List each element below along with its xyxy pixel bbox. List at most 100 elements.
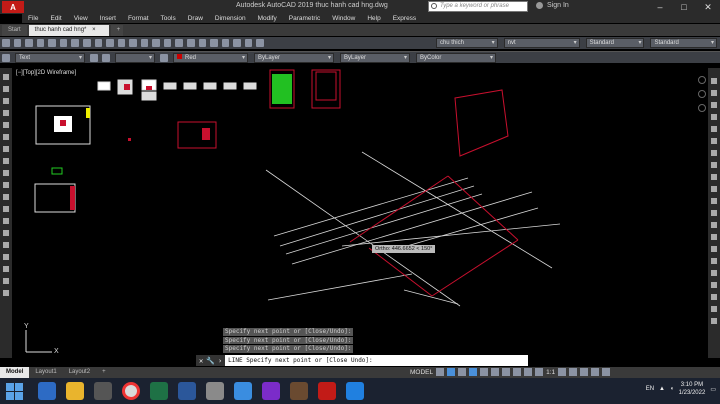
rotate-icon[interactable]: [711, 150, 717, 156]
point-icon[interactable]: [3, 230, 9, 236]
pan-icon[interactable]: [140, 39, 149, 47]
workspace-switch-icon[interactable]: [558, 368, 567, 376]
chamfer-icon[interactable]: [711, 234, 717, 240]
menu-view[interactable]: View: [68, 14, 94, 23]
ellipse-arc-icon[interactable]: [3, 194, 9, 200]
insert-block-icon[interactable]: [3, 206, 9, 212]
pan-nav-icon[interactable]: [698, 104, 706, 112]
edit-polyline-icon[interactable]: [711, 282, 717, 288]
lineweight-icon[interactable]: [502, 368, 511, 376]
isolate-icon[interactable]: [569, 368, 578, 376]
paint-icon[interactable]: [346, 382, 364, 400]
viewport-controls[interactable]: [−][Top][2D Wireframe]: [16, 70, 76, 76]
sheet-set-icon[interactable]: [221, 39, 230, 47]
erase-icon[interactable]: [711, 78, 717, 84]
cut-icon[interactable]: [71, 39, 79, 47]
layer-state-icon[interactable]: [102, 53, 110, 62]
trim-icon[interactable]: [711, 186, 717, 192]
make-current-icon[interactable]: [160, 53, 168, 62]
menu-parametric[interactable]: Parametric: [283, 14, 326, 23]
search-input[interactable]: Type a keyword or phrase: [428, 1, 528, 12]
multileader-style-combo[interactable]: Standard: [650, 38, 717, 48]
language-indicator[interactable]: EN: [646, 386, 654, 392]
pedit-icon[interactable]: [711, 318, 717, 324]
table-style-combo[interactable]: Standard: [585, 38, 645, 48]
blend-icon[interactable]: [711, 270, 717, 276]
otrack-icon[interactable]: [491, 368, 500, 376]
mirror-icon[interactable]: [711, 102, 717, 108]
snap-icon[interactable]: [447, 368, 456, 376]
viewcube-icon[interactable]: [698, 76, 706, 84]
polyline-icon[interactable]: [3, 98, 9, 104]
menu-tools[interactable]: Tools: [155, 14, 182, 23]
network-icon[interactable]: ▲: [659, 386, 665, 392]
quickcalc-icon[interactable]: [244, 39, 253, 47]
open-icon[interactable]: [13, 39, 22, 47]
close-tab-icon[interactable]: ×: [92, 27, 96, 33]
offset-icon[interactable]: [711, 114, 717, 120]
zalo-icon[interactable]: [234, 382, 252, 400]
copy-object-icon[interactable]: [711, 90, 717, 96]
move-icon[interactable]: [711, 138, 717, 144]
circle-icon[interactable]: [3, 146, 9, 152]
construction-line-icon[interactable]: [3, 86, 9, 92]
break-icon[interactable]: [711, 210, 717, 216]
ellipse-icon[interactable]: [3, 182, 9, 188]
transparency-icon[interactable]: [513, 368, 522, 376]
close-icon[interactable]: ✕: [696, 0, 720, 14]
undo-icon[interactable]: [117, 39, 126, 47]
tab-drawing[interactable]: thuc hanh cad hng* ×: [28, 25, 109, 36]
utility-icon[interactable]: [290, 382, 308, 400]
rectangle-icon[interactable]: [3, 122, 9, 128]
zoom-window-icon[interactable]: [163, 39, 172, 47]
line-icon[interactable]: [3, 74, 9, 80]
array-icon[interactable]: [711, 126, 717, 132]
redo-icon[interactable]: [129, 39, 137, 47]
windows-start-icon[interactable]: [4, 381, 24, 401]
word-icon[interactable]: [178, 382, 196, 400]
menu-window[interactable]: Window: [326, 14, 361, 23]
explode-icon[interactable]: [711, 258, 717, 264]
copy-icon[interactable]: [82, 39, 91, 47]
customize-icon[interactable]: 🔧: [206, 357, 215, 365]
menu-insert[interactable]: Insert: [94, 14, 122, 23]
hatch-icon[interactable]: [3, 242, 9, 248]
drawing-canvas[interactable]: Y X: [12, 68, 708, 355]
menu-draw[interactable]: Draw: [182, 14, 209, 23]
excel-icon[interactable]: [150, 382, 168, 400]
add-layout-button[interactable]: +: [96, 367, 112, 378]
hardware-acceleration-icon[interactable]: [580, 368, 589, 376]
match-properties-icon[interactable]: [106, 39, 114, 47]
close-command-icon[interactable]: ✕: [199, 357, 203, 365]
paste-icon[interactable]: [94, 39, 103, 47]
menu-format[interactable]: Format: [122, 14, 155, 23]
tab-model[interactable]: Model: [0, 367, 30, 378]
save-icon[interactable]: [25, 39, 33, 47]
ortho-icon[interactable]: [458, 368, 467, 376]
menu-edit[interactable]: Edit: [44, 14, 67, 23]
chrome-icon[interactable]: [122, 382, 140, 400]
multiline-text-icon[interactable]: [3, 290, 9, 296]
align-icon[interactable]: [711, 306, 717, 312]
command-line[interactable]: ✕ 🔧 › LINE Specify next point or [Close …: [196, 355, 528, 366]
join-icon[interactable]: [711, 222, 717, 228]
clock[interactable]: 3:10 PM 1/23/2022: [679, 381, 706, 397]
dim-style-combo[interactable]: nvt: [503, 38, 580, 48]
zoom-previous-icon[interactable]: [175, 39, 183, 47]
layer-properties-icon[interactable]: [90, 53, 98, 62]
design-center-icon[interactable]: [198, 39, 207, 47]
spline-icon[interactable]: [3, 170, 9, 176]
menu-file[interactable]: File: [22, 14, 44, 23]
volume-icon[interactable]: ◖: [670, 386, 674, 392]
extend-icon[interactable]: [711, 198, 717, 204]
publish-icon[interactable]: [59, 39, 68, 47]
text-style-combo[interactable]: chu thich: [435, 38, 498, 48]
color-combo[interactable]: Red: [173, 52, 248, 63]
arc-icon[interactable]: [3, 134, 9, 140]
workspace-combo[interactable]: Text: [15, 52, 85, 63]
minimize-icon[interactable]: –: [648, 0, 672, 14]
workspace-icon[interactable]: [2, 53, 10, 62]
help-icon[interactable]: [256, 39, 264, 47]
revision-cloud-icon[interactable]: [3, 158, 9, 164]
stretch-icon[interactable]: [711, 174, 717, 180]
